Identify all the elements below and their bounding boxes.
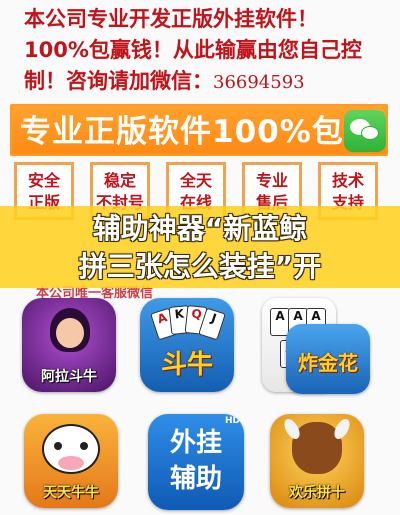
overlay-title-line-1: 辅助神器“新蓝鲸 <box>92 212 308 245</box>
app-icon-zhajinhua[interactable]: 炸金花 <box>286 324 370 394</box>
app-icon-waigua-fuzhu[interactable]: HD 外挂 辅助 <box>148 414 244 510</box>
hd-badge: HD <box>224 416 240 426</box>
wechat-icon <box>344 110 386 152</box>
app-icon-alaodouniu[interactable]: 阿拉斗牛 <box>22 298 116 392</box>
headline-line-3-prefix: 制！咨询请加微信： <box>24 69 213 93</box>
headline-line-3: 制！咨询请加微信：36694593 <box>24 66 384 98</box>
app-label: 外挂 <box>169 428 222 458</box>
app-label: 炸金花 <box>298 351 358 375</box>
wechat-id: 36694593 <box>213 72 305 93</box>
app-icon-douniu[interactable]: A K Q J 斗牛 <box>140 298 234 392</box>
app-label: 天天牛牛 <box>43 485 99 501</box>
overlay-title: 辅助神器“新蓝鲸 拼三张怎么装挂”开 <box>0 206 400 286</box>
app-label: 斗牛 <box>160 350 213 380</box>
banner-text: 专业正版软件100%包赢 <box>20 114 376 150</box>
app-icon-huanlepinshi[interactable]: 欢乐拼十 <box>270 414 364 508</box>
headline-line-1: 本公司专业开发正版外挂软件！ <box>24 7 318 31</box>
page: 本公司专业开发正版外挂软件！ 100%包赢钱！从此输赢由您自己控 制！咨询请加微… <box>0 0 400 515</box>
app-label: 欢乐拼十 <box>289 485 345 501</box>
app-label-2: 辅助 <box>169 464 222 494</box>
orange-banner: 专业正版软件100%包赢 <box>10 104 388 156</box>
overlay-title-line-2: 拼三张怎么装挂”开 <box>78 250 322 283</box>
app-label: 阿拉斗牛 <box>41 369 97 385</box>
headline-line-2: 100%包赢钱！从此输赢由您自己控 <box>24 38 362 62</box>
title-overlay: 辅助神器“新蓝鲸 拼三张怎么装挂”开 <box>0 206 400 288</box>
ad-headline: 本公司专业开发正版外挂软件！ 100%包赢钱！从此输赢由您自己控 制！咨询请加微… <box>24 4 384 98</box>
app-icon-tiantianniuniu[interactable]: 天天牛牛 <box>24 414 118 508</box>
